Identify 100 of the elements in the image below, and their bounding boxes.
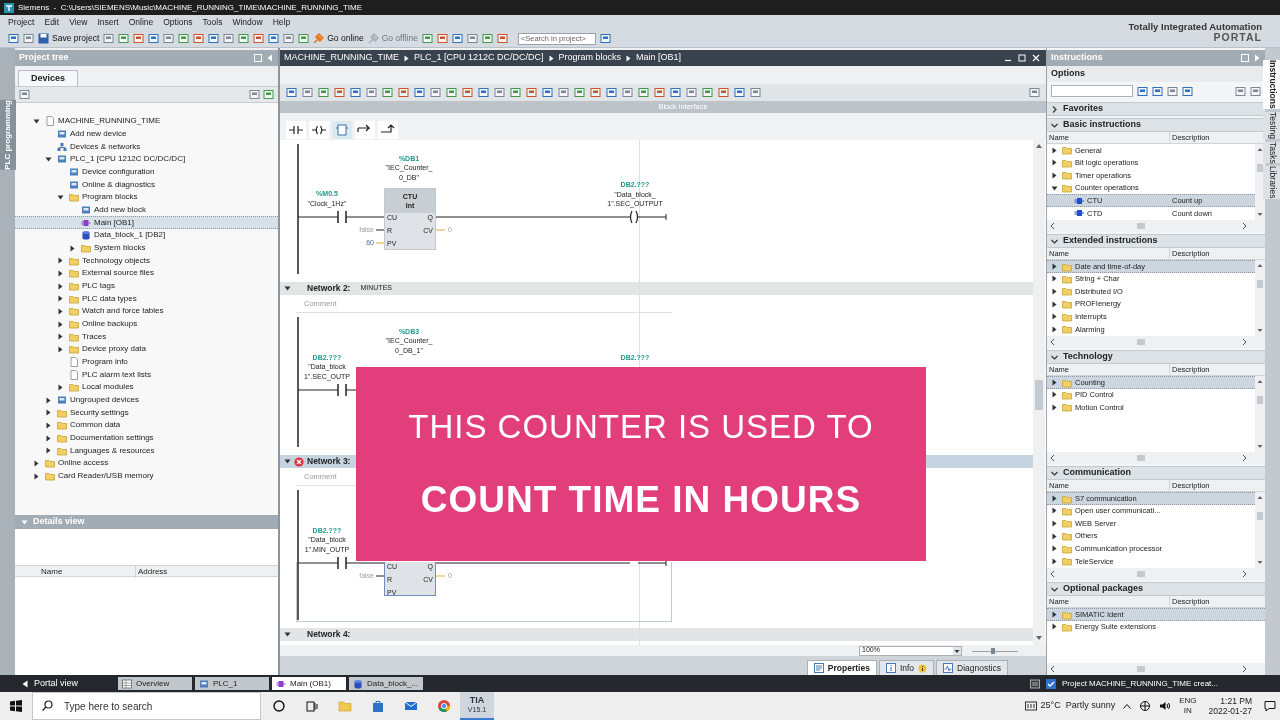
section-header[interactable]: Extended instructions: [1047, 234, 1265, 248]
search-field[interactable]: [1051, 85, 1133, 97]
toolbar-icon[interactable]: [414, 87, 425, 98]
toolbar-icon[interactable]: [574, 87, 585, 98]
toolbar-icon[interactable]: [398, 87, 409, 98]
toolbar-icon[interactable]: [298, 33, 310, 45]
toolbar-icon[interactable]: [421, 33, 433, 45]
windows-logo-icon[interactable]: [10, 700, 22, 712]
inspector-tab[interactable]: Info: [878, 660, 935, 675]
toolbar-icon[interactable]: [366, 87, 377, 98]
toolbar-icon[interactable]: [350, 87, 361, 98]
toolbar-icon[interactable]: [510, 87, 521, 98]
tree-item[interactable]: Security settings: [15, 406, 278, 420]
tree-item[interactable]: Program info: [15, 355, 278, 369]
weather-text[interactable]: 25°C Partly sunny: [1040, 699, 1116, 713]
task-view-icon[interactable]: [304, 699, 319, 713]
toolbar-icon[interactable]: [382, 87, 393, 98]
empty-box-icon[interactable]: [334, 123, 350, 137]
menu-item[interactable]: Options: [163, 16, 193, 30]
tree-item[interactable]: Main [OB1]: [15, 216, 278, 230]
toolbar-icon[interactable]: [238, 33, 250, 45]
caret-down-icon[interactable]: [45, 155, 52, 163]
toolbar-icon[interactable]: [606, 87, 617, 98]
toolbar-icon[interactable]: [1137, 85, 1148, 97]
toolbar-icon[interactable]: [481, 33, 493, 45]
circle-icon[interactable]: [271, 699, 286, 713]
toolbar-icon[interactable]: [478, 87, 489, 98]
tree-item[interactable]: Technology objects: [15, 254, 278, 268]
language-indicator[interactable]: ENG IN: [1179, 696, 1197, 716]
menu-item[interactable]: View: [69, 16, 88, 30]
tree-item[interactable]: PLC tags: [15, 279, 278, 293]
speaker-icon[interactable]: [1159, 701, 1172, 711]
toolbar-icon[interactable]: [223, 33, 235, 45]
tree-item[interactable]: Watch and force tables: [15, 305, 278, 318]
section-header[interactable]: Basic instructions: [1047, 118, 1265, 132]
tree-item[interactable]: Traces: [15, 330, 278, 344]
tree-item[interactable]: Online access: [15, 457, 278, 470]
toolbar-icon[interactable]: [286, 87, 297, 98]
tree-item[interactable]: Local modules: [15, 381, 278, 394]
contact-symbol[interactable]: [337, 556, 347, 570]
section-header[interactable]: Communication: [1047, 466, 1265, 480]
toolbar-icon[interactable]: [654, 87, 665, 98]
toolbar-icon[interactable]: [686, 87, 697, 98]
toolbar-icon[interactable]: [193, 33, 205, 45]
toolbar-icon[interactable]: [436, 33, 448, 45]
toolbar-icon[interactable]: [1250, 85, 1261, 97]
tree-item[interactable]: Add new device: [15, 127, 278, 141]
toolbar-icon[interactable]: [496, 33, 508, 45]
tree-item[interactable]: PLC_1 [CPU 1212C DC/DC/DC]: [15, 153, 278, 166]
tree-item[interactable]: Add new block: [15, 203, 278, 217]
globe-icon[interactable]: [1139, 701, 1152, 711]
toolbar-icon[interactable]: [318, 87, 329, 98]
editor-tab[interactable]: Data_block_...: [349, 677, 423, 690]
notification-icon[interactable]: [1264, 700, 1276, 712]
section-header[interactable]: Favorites: [1047, 102, 1265, 116]
toolbar-icon[interactable]: [253, 33, 265, 45]
menu-item[interactable]: Edit: [44, 16, 60, 30]
toolbar-icon[interactable]: [1182, 85, 1193, 97]
contact-icon[interactable]: [288, 123, 304, 137]
portal-view-button[interactable]: Portal view: [0, 675, 115, 692]
toolbar-icon[interactable]: [8, 33, 19, 45]
horizontal-scrollbar[interactable]: [1047, 220, 1266, 232]
toolbar-icon[interactable]: [622, 87, 633, 98]
maximize-icon[interactable]: [1018, 54, 1026, 62]
toolbar-icon[interactable]: [590, 87, 601, 98]
toolbar-icon[interactable]: [163, 33, 175, 45]
caret-up-icon[interactable]: [1123, 703, 1132, 709]
caret-down-icon[interactable]: [57, 193, 64, 201]
toolbar-icon[interactable]: [670, 87, 681, 98]
toolbar-icon[interactable]: [133, 33, 145, 45]
weather-icon[interactable]: [1024, 701, 1037, 711]
editor-tab[interactable]: PLC_1: [195, 677, 269, 690]
toolbar-icon[interactable]: [148, 33, 160, 45]
toolbar-icon[interactable]: [1029, 87, 1040, 98]
menu-item[interactable]: Window: [232, 16, 263, 30]
panel-tab[interactable]: Devices: [18, 70, 79, 86]
breadcrumb-item[interactable]: Program blocks: [558, 51, 622, 65]
toolbar-button[interactable]: Go online: [313, 32, 364, 46]
section-header[interactable]: Technology: [1047, 350, 1265, 364]
toolbar-icon[interactable]: [466, 33, 478, 45]
tree-item[interactable]: Data_block_1 [DB2]: [15, 229, 278, 242]
toolbar-icon[interactable]: [718, 87, 729, 98]
menu-item[interactable]: Help: [272, 16, 291, 30]
tree-item[interactable]: Device proxy data: [15, 343, 278, 356]
tree-item[interactable]: PLC alarm text lists: [15, 368, 278, 382]
toolbar-icon[interactable]: [446, 87, 457, 98]
toolbar-icon[interactable]: [19, 89, 30, 100]
toolbar-icon[interactable]: [542, 87, 553, 98]
toolbar-icon[interactable]: [430, 87, 441, 98]
toolbar-icon[interactable]: [638, 87, 649, 98]
editor-tab[interactable]: Overview: [118, 677, 192, 690]
caret-down-icon[interactable]: [284, 631, 291, 638]
dropdown-icon[interactable]: [953, 646, 961, 655]
tree-item[interactable]: PLC data types: [15, 292, 278, 306]
toolbar-icon[interactable]: [1152, 85, 1163, 97]
caret-down-icon[interactable]: [1051, 184, 1058, 192]
vertical-scrollbar[interactable]: [1255, 492, 1265, 568]
tree-item[interactable]: External source files: [15, 267, 278, 280]
menu-item[interactable]: Project: [8, 16, 35, 30]
inspector-tab[interactable]: Properties: [806, 660, 877, 675]
